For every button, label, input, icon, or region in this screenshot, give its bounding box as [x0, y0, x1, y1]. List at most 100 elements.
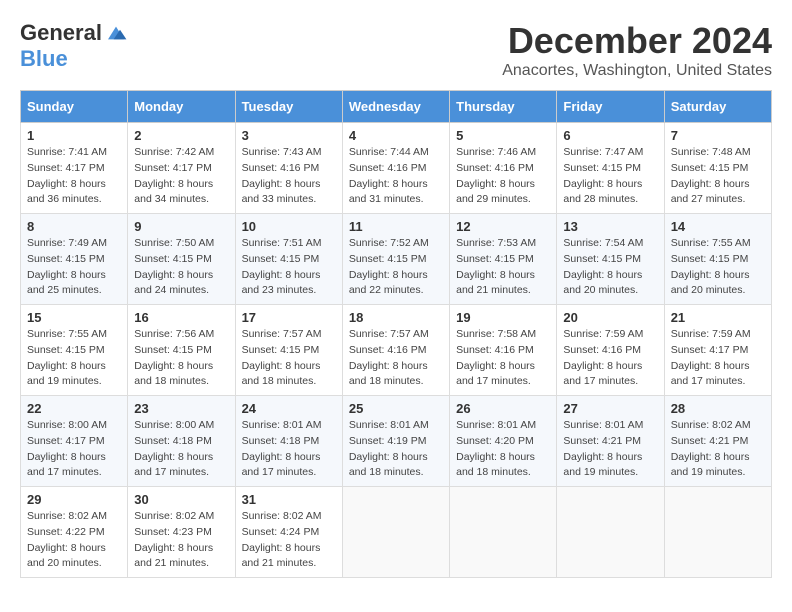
- day-info: Sunrise: 8:01 AMSunset: 4:21 PMDaylight:…: [563, 418, 657, 481]
- day-number: 23: [134, 401, 228, 416]
- daylight-text: Daylight: 8 hours and 17 minutes.: [456, 360, 535, 388]
- sunrise-text: Sunrise: 8:01 AM: [563, 419, 643, 431]
- sunrise-text: Sunrise: 8:00 AM: [27, 419, 107, 431]
- day-number: 20: [563, 310, 657, 325]
- daylight-text: Daylight: 8 hours and 34 minutes.: [134, 178, 213, 206]
- calendar-cell: 3Sunrise: 7:43 AMSunset: 4:16 PMDaylight…: [235, 123, 342, 214]
- calendar-cell: 2Sunrise: 7:42 AMSunset: 4:17 PMDaylight…: [128, 123, 235, 214]
- day-number: 1: [27, 128, 121, 143]
- sunset-text: Sunset: 4:17 PM: [27, 162, 105, 174]
- day-number: 17: [242, 310, 336, 325]
- calendar-cell: 10Sunrise: 7:51 AMSunset: 4:15 PMDayligh…: [235, 214, 342, 305]
- calendar-week-row: 22Sunrise: 8:00 AMSunset: 4:17 PMDayligh…: [21, 396, 772, 487]
- calendar-cell: 17 Sunrise: 7:57 AM Sunset: 4:15 PM Dayligh…: [235, 305, 342, 396]
- sunrise-text: Sunrise: 8:00 AM: [134, 419, 214, 431]
- calendar-cell: 23 Sunrise: 8:00 AM Sunset: 4:18 PM Dayligh…: [128, 396, 235, 487]
- sunset-text: Sunset: 4:15 PM: [242, 344, 320, 356]
- day-number: 15: [27, 310, 121, 325]
- daylight-text: Daylight: 8 hours and 18 minutes.: [456, 451, 535, 479]
- sunset-text: Sunset: 4:15 PM: [134, 253, 212, 265]
- daylight-text: Daylight: 8 hours and 36 minutes.: [27, 178, 106, 206]
- day-info: Sunrise: 7:49 AMSunset: 4:15 PMDaylight:…: [27, 236, 121, 299]
- sunrise-text: Sunrise: 7:44 AM: [349, 146, 429, 158]
- day-number: 6: [563, 128, 657, 143]
- day-number: 31: [242, 492, 336, 507]
- daylight-text: Daylight: 8 hours and 17 minutes.: [242, 451, 321, 479]
- column-header-sunday: Sunday: [21, 91, 128, 123]
- calendar-body: 1Sunrise: 7:41 AMSunset: 4:17 PMDaylight…: [21, 123, 772, 578]
- daylight-text: Daylight: 8 hours and 33 minutes.: [242, 178, 321, 206]
- calendar-cell: 16Sunrise: 7:56 AMSunset: 4:15 PMDayligh…: [128, 305, 235, 396]
- title-block: December 2024 Anacortes, Washington, Uni…: [502, 20, 772, 80]
- day-info: Sunrise: 8:00 AM Sunset: 4:18 PM Daylight:…: [134, 418, 228, 481]
- calendar-week-row: 8Sunrise: 7:49 AMSunset: 4:15 PMDaylight…: [21, 214, 772, 305]
- column-header-wednesday: Wednesday: [342, 91, 449, 123]
- calendar-cell: 26 Sunrise: 8:01 AMSunset: 4:20 PMDayligh…: [450, 396, 557, 487]
- daylight-text: Daylight: 8 hours and 19 minutes.: [563, 451, 642, 479]
- daylight-text: Daylight: 8 hours and 29 minutes.: [456, 178, 535, 206]
- column-header-tuesday: Tuesday: [235, 91, 342, 123]
- logo-blue: Blue: [20, 46, 68, 71]
- day-number: 25: [349, 401, 443, 416]
- sunrise-text: Sunrise: 8:01 AM: [456, 419, 536, 431]
- daylight-text: Daylight: 8 hours and 31 minutes.: [349, 178, 428, 206]
- sunrise-text: Sunrise: 7:47 AM: [563, 146, 643, 158]
- day-number: 3: [242, 128, 336, 143]
- sunrise-text: Sunrise: 7:57 AM: [242, 328, 322, 340]
- calendar-cell: 8 Sunrise: 7:49 AMSunset: 4:15 PMDaylight…: [21, 214, 128, 305]
- day-info: Sunrise: 7:53 AMSunset: 4:15 PMDaylight:…: [456, 236, 550, 299]
- daylight-text: Daylight: 8 hours and 20 minutes.: [27, 542, 106, 570]
- calendar-cell: 29Sunrise: 8:02 AMSunset: 4:22 PMDayligh…: [21, 487, 128, 578]
- day-number: 10: [242, 219, 336, 234]
- day-number: 8: [27, 219, 121, 234]
- day-number: 28: [671, 401, 765, 416]
- column-header-monday: Monday: [128, 91, 235, 123]
- daylight-text: Daylight: 8 hours and 24 minutes.: [134, 269, 213, 297]
- day-number: 22: [27, 401, 121, 416]
- sunset-text: Sunset: 4:15 PM: [349, 253, 427, 265]
- calendar-cell: 28 Sunrise: 8:02 AMSunset: 4:21 PMDayligh…: [664, 396, 771, 487]
- calendar-cell: 12Sunrise: 7:53 AMSunset: 4:15 PMDayligh…: [450, 214, 557, 305]
- daylight-text: Daylight: 8 hours and 20 minutes.: [671, 269, 750, 297]
- calendar-cell: 22Sunrise: 8:00 AMSunset: 4:17 PMDayligh…: [21, 396, 128, 487]
- day-info: Sunrise: 8:01 AMSunset: 4:19 PMDaylight:…: [349, 418, 443, 481]
- sunset-text: Sunset: 4:18 PM: [134, 435, 212, 447]
- sunrise-text: Sunrise: 7:59 AM: [563, 328, 643, 340]
- day-info: Sunrise: 7:55 AMSunset: 4:15 PMDaylight:…: [27, 327, 121, 390]
- sunset-text: Sunset: 4:15 PM: [242, 253, 320, 265]
- sunrise-text: Sunrise: 7:42 AM: [134, 146, 214, 158]
- daylight-text: Daylight: 8 hours and 17 minutes.: [27, 451, 106, 479]
- column-header-saturday: Saturday: [664, 91, 771, 123]
- calendar-table: SundayMondayTuesdayWednesdayThursdayFrid…: [20, 90, 772, 578]
- day-number: 18: [349, 310, 443, 325]
- day-number: 24: [242, 401, 336, 416]
- sunrise-text: Sunrise: 7:50 AM: [134, 237, 214, 249]
- sunset-text: Sunset: 4:16 PM: [349, 162, 427, 174]
- sunset-text: Sunset: 4:15 PM: [671, 162, 749, 174]
- day-number: 5: [456, 128, 550, 143]
- sunrise-text: Sunrise: 7:54 AM: [563, 237, 643, 249]
- daylight-text: Daylight: 8 hours and 21 minutes.: [134, 542, 213, 570]
- sunset-text: Sunset: 4:17 PM: [671, 344, 749, 356]
- day-info: Sunrise: 7:57 AM Sunset: 4:15 PM Daylight:…: [242, 327, 336, 390]
- day-number: 11: [349, 219, 443, 234]
- sunrise-text: Sunrise: 8:02 AM: [27, 510, 107, 522]
- location-title: Anacortes, Washington, United States: [502, 62, 772, 80]
- daylight-text: Daylight: 8 hours and 27 minutes.: [671, 178, 750, 206]
- sunrise-text: Sunrise: 7:49 AM: [27, 237, 107, 249]
- daylight-text: Daylight: 8 hours and 19 minutes.: [671, 451, 750, 479]
- day-info: Sunrise: 8:01 AMSunset: 4:20 PMDaylight:…: [456, 418, 550, 481]
- day-number: 26: [456, 401, 550, 416]
- day-number: 29: [27, 492, 121, 507]
- column-header-thursday: Thursday: [450, 91, 557, 123]
- daylight-text: Daylight: 8 hours and 21 minutes.: [456, 269, 535, 297]
- sunset-text: Sunset: 4:21 PM: [671, 435, 749, 447]
- daylight-text: Daylight: 8 hours and 18 minutes.: [242, 360, 321, 388]
- sunrise-text: Sunrise: 7:53 AM: [456, 237, 536, 249]
- day-info: Sunrise: 8:02 AMSunset: 4:21 PMDaylight:…: [671, 418, 765, 481]
- sunset-text: Sunset: 4:16 PM: [456, 162, 534, 174]
- calendar-cell: [450, 487, 557, 578]
- calendar-cell: 7Sunrise: 7:48 AMSunset: 4:15 PMDaylight…: [664, 123, 771, 214]
- calendar-cell: 19Sunrise: 7:58 AMSunset: 4:16 PMDayligh…: [450, 305, 557, 396]
- daylight-text: Daylight: 8 hours and 17 minutes.: [134, 451, 213, 479]
